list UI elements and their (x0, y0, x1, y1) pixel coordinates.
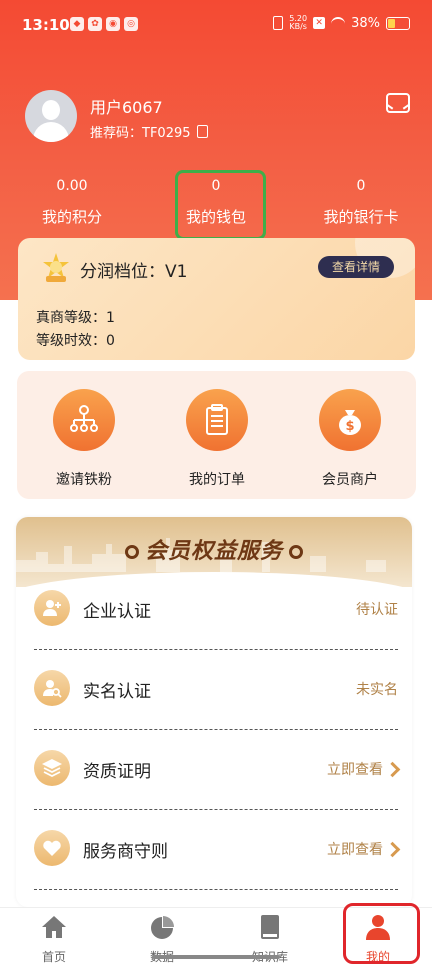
notification-icon: ◎ (124, 17, 138, 31)
pie-chart-icon (151, 916, 174, 939)
org-chart-icon (53, 389, 115, 451)
copy-icon[interactable] (196, 125, 208, 138)
enterprise-verification-row[interactable]: 企业认证 待认证 (16, 570, 412, 650)
net-speed: 5.20 KB/s (289, 14, 308, 31)
layers-icon (34, 750, 70, 786)
referral-text: 推荐码：TF0295 (90, 126, 191, 141)
notification-icon: ◆ (70, 17, 84, 31)
battery-percent: 38% (351, 15, 380, 31)
referral-code: 推荐码：TF0295 (90, 122, 208, 141)
quick-action-label: 会员商户 (322, 472, 378, 488)
stat-value: 0 (356, 178, 366, 194)
provider-rules-row[interactable]: 服务商守则 立即查看 (16, 810, 412, 890)
active-tab-highlight-box (343, 903, 420, 964)
notification-icon: ✿ (88, 17, 102, 31)
tier-validity: 等级时效：0 (36, 333, 115, 349)
money-bag-icon: $ (319, 389, 381, 451)
wallet-highlight-box (175, 170, 266, 240)
medal-icon (43, 253, 69, 282)
stat-label: 我的积分 (41, 208, 102, 226)
heart-icon (34, 830, 70, 866)
chevron-right-icon (384, 761, 401, 777)
quick-action-label: 我的订单 (189, 472, 245, 488)
sim-off-icon: ✕ (313, 17, 326, 29)
row-title: 资质证明 (83, 762, 151, 782)
username: 用户6067 (90, 98, 163, 117)
wifi-icon (331, 17, 346, 29)
tab-label: 首页 (41, 950, 66, 964)
tier-title: 分润档位：V1 (80, 262, 188, 282)
invite-fans-button[interactable]: 邀请铁粉 (34, 389, 134, 489)
my-orders-button[interactable]: 我的订单 (167, 389, 267, 489)
quick-action-label: 邀请铁粉 (56, 472, 112, 488)
status-bar: 13:10 ◆ ✿ ◉ ◎ 5.20 KB/s ✕ 38% (0, 0, 432, 50)
chevron-right-icon (384, 841, 401, 857)
stat-value: 0.00 (56, 178, 88, 194)
stat-label: 我的银行卡 (323, 208, 399, 226)
stat-bank-card[interactable]: 0 我的银行卡 (291, 176, 431, 227)
clipboard-icon (186, 389, 248, 451)
row-title: 企业认证 (83, 602, 151, 622)
add-user-icon (34, 590, 70, 626)
quick-actions: 邀请铁粉 我的订单 $ 会员商户 (17, 371, 416, 499)
qualification-row[interactable]: 资质证明 立即查看 (16, 730, 412, 810)
real-name-verification-row[interactable]: 实名认证 未实名 (16, 650, 412, 730)
row-title: 服务商守则 (83, 842, 168, 862)
divider (34, 889, 398, 890)
battery-icon (386, 16, 410, 30)
svg-text:$: $ (345, 419, 354, 434)
gesture-bar[interactable] (152, 955, 280, 959)
member-merchants-button[interactable]: $ 会员商户 (300, 389, 400, 489)
view-details-button[interactable]: 查看详情 (318, 256, 394, 278)
status-right: 5.20 KB/s ✕ 38% (273, 15, 410, 31)
book-icon (261, 915, 279, 939)
tier-level: 真商等级：1 (36, 310, 115, 326)
tab-home[interactable]: 首页 (0, 908, 108, 965)
avatar[interactable] (25, 90, 77, 142)
stat-points[interactable]: 0.00 我的积分 (2, 176, 142, 227)
row-status: 立即查看 (327, 759, 401, 779)
row-status: 未实名 (356, 682, 398, 698)
member-services-card: 会员权益服务 企业认证 待认证 实名认证 未实名 资质证明 立即查看 服务商守则… (16, 517, 412, 907)
home-icon (42, 916, 66, 938)
message-icon[interactable] (386, 93, 410, 113)
row-status: 立即查看 (327, 839, 401, 859)
services-title: 会员权益服务 (16, 533, 412, 565)
tier-card: 分润档位：V1 查看详情 真商等级：1 等级时效：0 (18, 238, 415, 360)
status-time: 13:10 (22, 16, 70, 34)
row-status: 待认证 (356, 602, 398, 618)
row-title: 实名认证 (83, 682, 151, 702)
vibrate-icon (273, 16, 284, 30)
notification-icon: ◉ (106, 17, 120, 31)
status-app-icons: ◆ ✿ ◉ ◎ (70, 17, 138, 31)
user-search-icon (34, 670, 70, 706)
